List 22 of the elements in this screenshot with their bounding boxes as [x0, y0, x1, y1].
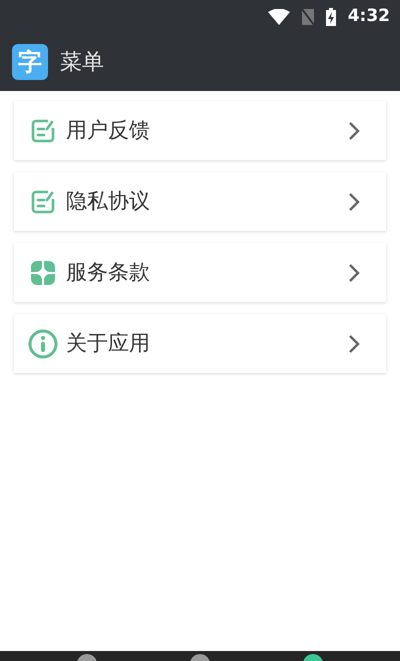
info-icon	[28, 328, 58, 358]
wifi-icon	[268, 8, 290, 24]
note-edit-icon	[30, 188, 56, 214]
menu-label: 关于应用	[66, 330, 151, 357]
chevron-right-icon	[348, 192, 360, 212]
chevron-right-icon	[348, 120, 360, 140]
chevron-right-icon	[348, 262, 360, 282]
page-title: 菜单	[60, 48, 104, 76]
menu-label: 服务条款	[66, 258, 151, 286]
note-edit-icon	[30, 118, 56, 144]
menu-item[interactable]: 隐私协议	[14, 172, 386, 231]
clock: 4:32	[348, 4, 390, 28]
no-signal-icon	[302, 8, 314, 24]
chevron-right-icon	[348, 334, 360, 354]
menu-label: 隐私协议	[66, 188, 151, 215]
clover-icon	[30, 260, 56, 286]
menu-item[interactable]: 用户反馈	[14, 101, 386, 160]
battery-charging-icon	[326, 8, 336, 26]
menu-label: 用户反馈	[66, 116, 151, 144]
app-logo: 字	[12, 44, 48, 80]
menu-item[interactable]: 服务条款	[14, 243, 386, 302]
menu-item[interactable]: 关于应用	[14, 314, 386, 373]
